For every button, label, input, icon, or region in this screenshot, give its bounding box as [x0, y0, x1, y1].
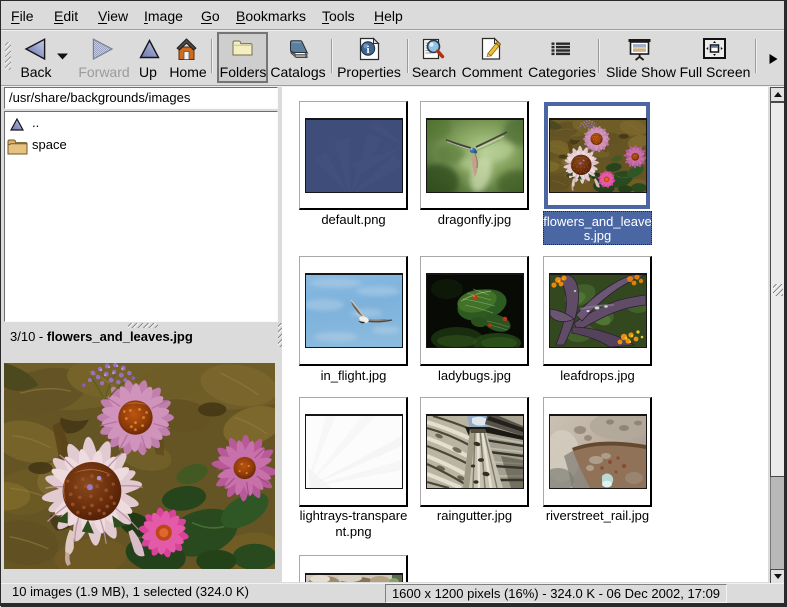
- svg-text:i: i: [366, 44, 369, 56]
